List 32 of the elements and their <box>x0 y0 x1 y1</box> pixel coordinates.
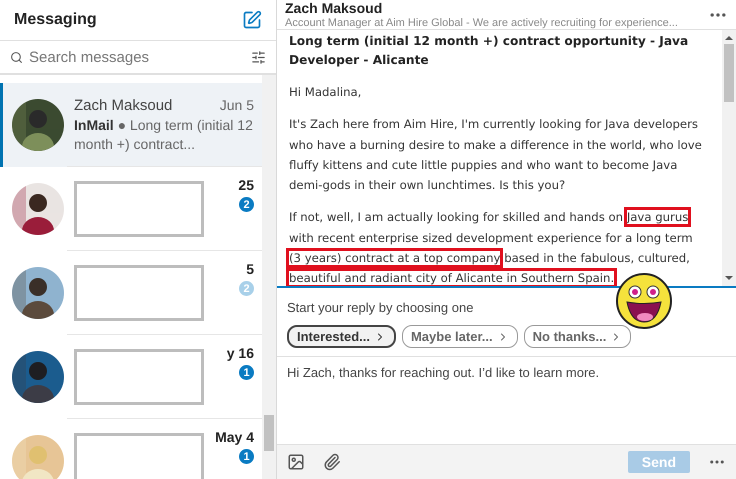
message-date: Jun 5 <box>220 96 254 112</box>
scrollbar[interactable] <box>262 75 276 479</box>
reply-prompt: Start your reply by choosing one <box>286 299 474 317</box>
unread-badge: 1 <box>239 449 254 464</box>
contact-name: Zach Maksoud <box>285 0 384 16</box>
message-preview: InMail ● Long term (initial 12 month +) contract... <box>74 116 254 154</box>
smiley-sticker <box>615 272 673 330</box>
conversation-item[interactable]: Zach Maksoud Jun 5 InMail ● Long term (initial 12 month +) contract... <box>0 83 262 167</box>
attachment-icon[interactable] <box>323 453 341 471</box>
contact-name: Zach Maksoud <box>74 96 172 114</box>
scrollbar[interactable] <box>722 30 736 286</box>
unread-badge: 2 <box>239 197 254 212</box>
contact-headline: Account Manager at Aim Hire Global - We are actively recruiting for experience... <box>285 17 678 29</box>
unread-badge: 1 <box>239 365 254 380</box>
unread-badge: 2 <box>239 281 254 296</box>
message-subject: Long term (initial 12 month +) contract opportunity - Java Developer - Alicante <box>289 33 690 69</box>
message-paragraph: If not, well, I am actually looking for skilled and hands on Java gurus with recent enterprise sized development experience for a long term (3 years) contract at a top company based in the fabulous, cultured, beautiful and radiant city of Alicante in Southern Spain. <box>289 207 708 286</box>
message-paragraph: It's Zach here from Aim Hire, I'm currently looking for Java developers who have a burning desire to make a difference in the world, who love fluffy kittens and cute little puppies and who want to become Java demi-gods in their own lunchtimes. Is this you? <box>289 116 703 194</box>
quick-reply-button[interactable]: Maybe later... <box>402 325 518 348</box>
message-date: 5 <box>246 261 254 277</box>
sidebar-title: Messaging <box>14 11 97 29</box>
compose-icon[interactable] <box>242 10 262 30</box>
filter-icon[interactable] <box>251 50 266 64</box>
quick-reply-button[interactable]: No thanks... <box>524 325 632 348</box>
quick-reply-button[interactable]: Interested... <box>287 325 396 348</box>
message-date: y 16 <box>226 345 254 361</box>
search-icon <box>10 50 23 64</box>
search-field[interactable]: Search messages <box>29 48 245 66</box>
message-date: 25 <box>238 177 254 193</box>
message-paragraph: Hi Madalina, <box>289 84 362 101</box>
message-date: May 4 <box>215 429 254 445</box>
image-icon[interactable] <box>287 453 305 471</box>
